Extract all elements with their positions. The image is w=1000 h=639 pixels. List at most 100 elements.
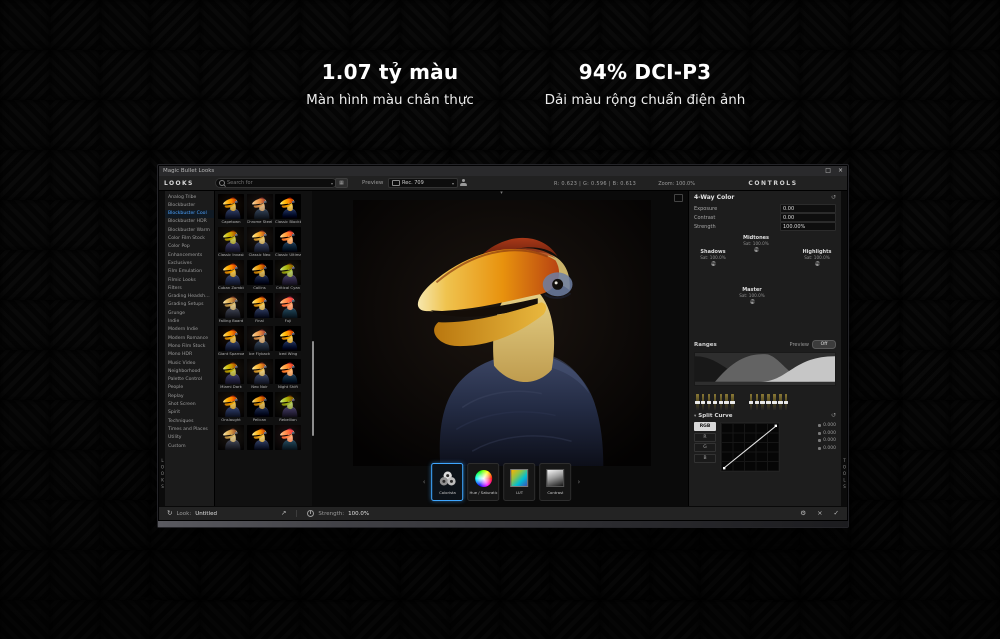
fit-view-button[interactable]: [674, 194, 683, 202]
range-slider[interactable]: [761, 394, 764, 410]
look-thumbnail[interactable]: Chrome Steel: [247, 194, 273, 225]
look-thumbnail[interactable]: Rebellion: [275, 392, 301, 423]
close-icon[interactable]: ×: [838, 168, 843, 174]
sidebar-category[interactable]: Grading Setups: [165, 301, 214, 309]
range-slider[interactable]: [779, 394, 782, 410]
range-slider[interactable]: [750, 394, 753, 410]
range-slider[interactable]: [714, 394, 717, 410]
range-slider[interactable]: [708, 394, 711, 410]
sidebar-category[interactable]: Color Pop: [165, 243, 214, 251]
split-curve-header[interactable]: ▾ Split Curve ↺: [694, 413, 836, 419]
sidebar-category[interactable]: Shot Screen: [165, 400, 214, 408]
look-thumbnail[interactable]: Collins: [247, 260, 273, 291]
look-thumbnail[interactable]: Night Shift: [275, 359, 301, 390]
sidebar-category[interactable]: Replay: [165, 392, 214, 400]
look-thumbnail[interactable]: [247, 425, 273, 456]
sidebar-category[interactable]: Exclusives: [165, 259, 214, 267]
look-thumbnail[interactable]: Miami Dark: [218, 359, 244, 390]
curve-channel-button[interactable]: RGB: [694, 422, 716, 431]
sidebar-category[interactable]: Palette Control: [165, 376, 214, 384]
look-thumbnail[interactable]: Final: [247, 293, 273, 324]
sidebar-category[interactable]: Blockbuster Warm: [165, 226, 214, 234]
dock-next-icon[interactable]: ›: [576, 479, 583, 486]
sidebar-category[interactable]: Analog Tribe: [165, 193, 214, 201]
highlights-wheel[interactable]: Highlights Sat: 100.0%: [795, 249, 839, 266]
sidebar-category[interactable]: Mono HDR: [165, 351, 214, 359]
range-slider[interactable]: [725, 394, 728, 410]
left-edge-drawer[interactable]: LOOKS: [159, 191, 165, 506]
strength-dial-icon[interactable]: [307, 510, 314, 517]
tools-drawer-tab[interactable]: TOOLS: [841, 458, 847, 491]
look-thumbnail[interactable]: [275, 425, 301, 456]
midtones-wheel[interactable]: Midtones Sat: 100.0%: [734, 235, 778, 252]
reset-icon[interactable]: ↺: [831, 413, 836, 419]
range-slider[interactable]: [702, 394, 705, 410]
sidebar-category[interactable]: Modern Indie: [165, 326, 214, 334]
parameter-value-field[interactable]: 0.00: [780, 213, 836, 222]
look-thumbnail[interactable]: Giant Sparrow: [218, 326, 244, 357]
export-icon[interactable]: ↗: [281, 510, 286, 517]
sidebar-category[interactable]: Times and Places: [165, 425, 214, 433]
range-slider[interactable]: [767, 394, 770, 410]
settings-gear-icon[interactable]: ⚙: [800, 510, 806, 517]
parameter-value-field[interactable]: 0.00: [780, 204, 836, 213]
reset-look-icon[interactable]: ↻: [167, 510, 172, 517]
sidebar-category[interactable]: Utility: [165, 434, 214, 442]
sidebar-category[interactable]: Spirit: [165, 409, 214, 417]
sidebar-category[interactable]: Film Emulation: [165, 268, 214, 276]
look-thumbnail[interactable]: Fuji: [275, 293, 301, 324]
look-thumbnail[interactable]: Cuban Zombies: [218, 260, 244, 291]
sidebar-category[interactable]: Mono Film Stock: [165, 342, 214, 350]
range-slider[interactable]: [720, 394, 723, 410]
range-slider[interactable]: [785, 394, 788, 410]
curve-grid[interactable]: [720, 422, 780, 472]
look-thumbnail[interactable]: Ice Flyback: [247, 326, 273, 357]
sidebar-category[interactable]: Filmic Looks: [165, 276, 214, 284]
shadows-wheel[interactable]: Shadows Sat: 100.0%: [691, 249, 735, 266]
master-wheel[interactable]: Master Sat: 100.0%: [730, 287, 774, 304]
range-slider[interactable]: [731, 394, 734, 410]
grid-view-button[interactable]: ▦: [335, 178, 348, 188]
right-edge-drawer[interactable]: TOOLS: [841, 191, 847, 506]
maximize-icon[interactable]: □: [825, 168, 831, 174]
parameter-value-field[interactable]: 100.00%: [780, 222, 836, 231]
cancel-icon[interactable]: ×: [817, 510, 822, 517]
look-thumbnail[interactable]: Capetown: [218, 194, 244, 225]
look-thumbnail[interactable]: Falling Board: [218, 293, 244, 324]
sidebar-category[interactable]: People: [165, 384, 214, 392]
sidebar-category[interactable]: Blockbuster: [165, 201, 214, 209]
sidebar-category[interactable]: Neighborhood: [165, 367, 214, 375]
look-thumbnail[interactable]: Classic Ultimatum: [275, 227, 301, 258]
range-slider[interactable]: [773, 394, 776, 410]
curve-channel-button[interactable]: B: [694, 454, 716, 463]
sidebar-category[interactable]: Indie: [165, 317, 214, 325]
sidebar-category[interactable]: Music Video: [165, 359, 214, 367]
confirm-check-icon[interactable]: ✓: [834, 510, 839, 517]
ranges-graph[interactable]: [694, 352, 836, 386]
curve-channel-button[interactable]: G: [694, 443, 716, 452]
look-thumbnail[interactable]: Iced Wing: [275, 326, 301, 357]
sidebar-category[interactable]: Grading Headshots: [165, 293, 214, 301]
look-thumbnail[interactable]: Onslaught: [218, 392, 244, 423]
tool-chip-hue-saturation[interactable]: Hue / Saturation: [468, 463, 500, 501]
tool-chip-colorista[interactable]: Colorista: [432, 463, 464, 501]
sidebar-category[interactable]: Blockbuster Cool: [165, 210, 214, 218]
sidebar-category[interactable]: Blockbuster HDR: [165, 218, 214, 226]
scopes-drawer-handle[interactable]: ▾: [500, 191, 503, 196]
search-input[interactable]: [227, 180, 329, 186]
reset-icon[interactable]: ↺: [831, 195, 836, 201]
sidebar-category[interactable]: Filters: [165, 284, 214, 292]
sidebar-category[interactable]: Custom: [165, 442, 214, 450]
look-thumbnail[interactable]: Neo Noir: [247, 359, 273, 390]
range-slider[interactable]: [756, 394, 759, 410]
tool-chip-lut[interactable]: LUT: [504, 463, 536, 501]
look-thumbnail[interactable]: [218, 425, 244, 456]
ranges-preview-toggle[interactable]: Off: [812, 340, 836, 349]
looks-drawer-tab[interactable]: LOOKS: [159, 458, 165, 491]
look-thumbnail[interactable]: Classic Invasion: [218, 227, 244, 258]
sidebar-category[interactable]: Techniques: [165, 417, 214, 425]
sidebar-category[interactable]: Grunge: [165, 309, 214, 317]
tool-chip-contrast[interactable]: Contrast: [540, 463, 572, 501]
preview-dropdown[interactable]: Rec. 709 ▾: [388, 178, 458, 188]
dock-prev-icon[interactable]: ‹: [421, 479, 428, 486]
